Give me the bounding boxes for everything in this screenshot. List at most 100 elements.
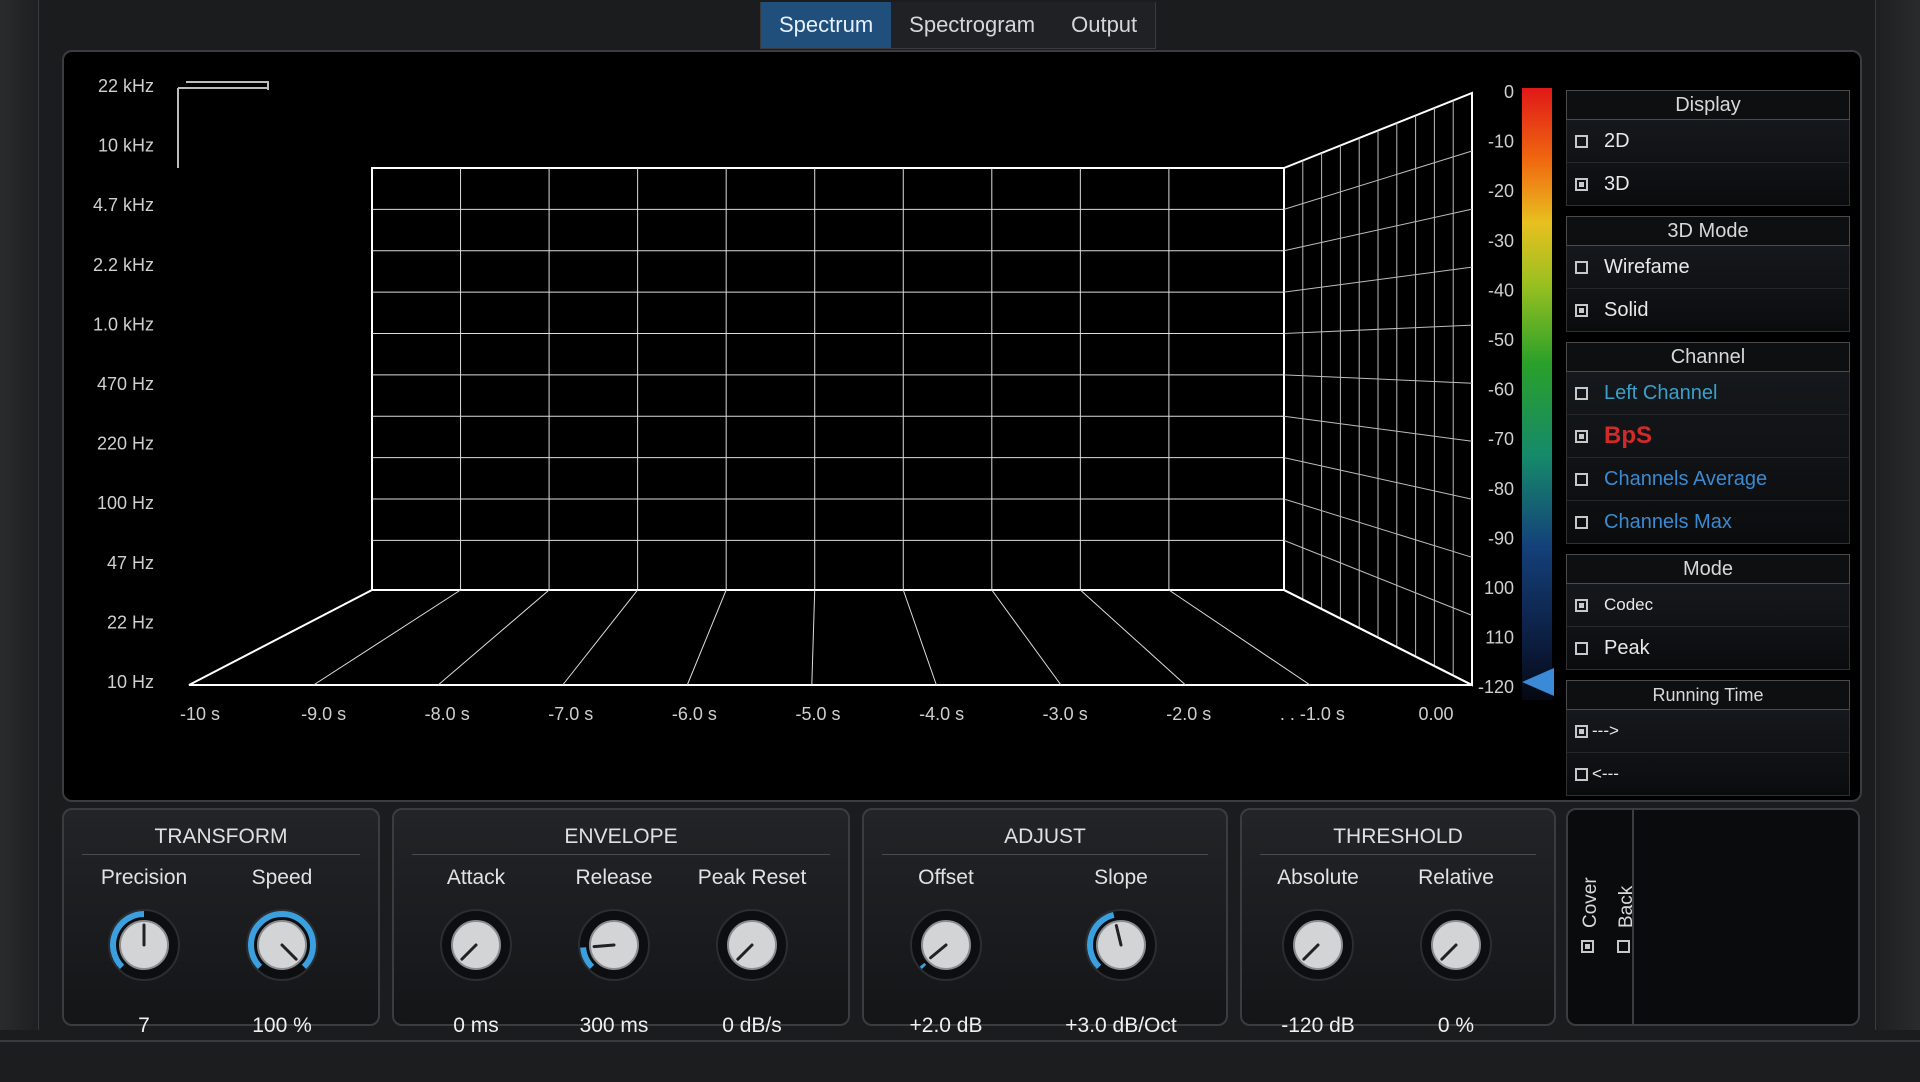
checkbox-channels-average[interactable] xyxy=(1575,472,1588,486)
precision-control: Precision 7 xyxy=(74,866,214,1038)
checkbox-solid[interactable] xyxy=(1575,303,1588,317)
running-time-group: ---> <--- xyxy=(1566,710,1850,796)
absolute-value: -120 dB xyxy=(1281,1014,1355,1037)
left-frame xyxy=(0,0,39,1030)
option-backward[interactable]: <--- xyxy=(1567,753,1849,795)
display-group-title: Display xyxy=(1566,90,1850,120)
checkbox-codec[interactable] xyxy=(1575,598,1588,612)
speed-label: Speed xyxy=(251,866,313,889)
option-solid[interactable]: Solid xyxy=(1567,289,1849,331)
db-tick-label: -20 xyxy=(1488,181,1514,201)
threshold-group: THRESHOLD Absolute -120 dB Relative 0 % xyxy=(1240,808,1556,1037)
option-wireframe[interactable]: Wirefame xyxy=(1567,246,1849,289)
speed-knob[interactable] xyxy=(245,908,319,982)
checkbox-forward[interactable] xyxy=(1575,724,1588,738)
db-tick-label: -60 xyxy=(1488,380,1514,400)
option-forward-label: ---> xyxy=(1592,721,1619,740)
freq-tick-label: 2.2 kHz xyxy=(93,255,154,275)
option-codec[interactable]: Codec xyxy=(1567,584,1849,627)
grid-line xyxy=(686,589,727,686)
checkbox-wireframe[interactable] xyxy=(1575,260,1588,274)
peak-reset-value: 0 dB/s xyxy=(722,1014,782,1037)
option-solid-label: Solid xyxy=(1604,298,1649,321)
time-tick-label: -5.0 s xyxy=(795,704,840,724)
freq-tick-label: 22 kHz xyxy=(98,76,154,96)
checkbox-bps[interactable] xyxy=(1575,429,1588,443)
option-channels-max-label: Channels Max xyxy=(1604,510,1732,533)
option-backward-label: <--- xyxy=(1592,764,1619,783)
attack-label: Attack xyxy=(446,866,506,889)
absolute-label: Absolute xyxy=(1277,866,1359,889)
checkbox-3d[interactable] xyxy=(1575,177,1588,191)
relative-control: Relative 0 % xyxy=(1386,866,1526,1038)
peak-reset-knob[interactable] xyxy=(715,908,789,982)
options-sidepanel: Display 2D 3D 3D Mode Wirefame Solid Cha… xyxy=(1566,90,1850,796)
db-tick-label: -90 xyxy=(1488,528,1514,548)
cover-checkbox[interactable] xyxy=(1581,940,1594,953)
slope-knob[interactable] xyxy=(1084,908,1158,982)
slope-value: +3.0 dB/Oct xyxy=(1065,1014,1177,1037)
checkbox-left-channel[interactable] xyxy=(1575,386,1588,400)
grid-3d xyxy=(177,81,1473,687)
envelope-title: ENVELOPE xyxy=(412,820,830,855)
option-2d[interactable]: 2D xyxy=(1567,120,1849,163)
offset-knob[interactable] xyxy=(909,908,983,982)
3d-mode-group-title: 3D Mode xyxy=(1566,216,1850,246)
checkbox-2d[interactable] xyxy=(1575,134,1588,148)
grid-line xyxy=(437,589,550,686)
right-frame xyxy=(1875,0,1920,1030)
option-forward[interactable]: ---> xyxy=(1567,710,1849,753)
threshold-title: THRESHOLD xyxy=(1260,820,1536,855)
precision-knob[interactable] xyxy=(107,908,181,982)
cover-back-panel: Cover Back xyxy=(1566,808,1860,1026)
option-bps[interactable]: BpS xyxy=(1567,415,1849,458)
grid-line xyxy=(991,589,1062,686)
adjust-title: ADJUST xyxy=(882,820,1208,855)
option-channels-average[interactable]: Channels Average xyxy=(1567,458,1849,501)
freq-tick-label: 4.7 kHz xyxy=(93,195,154,215)
option-left-channel[interactable]: Left Channel xyxy=(1567,372,1849,415)
peak-reset-control: Peak Reset 0 dB/s xyxy=(682,866,822,1038)
db-tick-label: 0 xyxy=(1504,82,1514,102)
option-peak[interactable]: Peak xyxy=(1567,627,1849,669)
checkbox-channels-max[interactable] xyxy=(1575,515,1588,529)
absolute-knob[interactable] xyxy=(1281,908,1355,982)
cover-label: Cover xyxy=(1580,877,1601,928)
option-left-channel-label: Left Channel xyxy=(1604,381,1718,404)
db-tick-label: 100 xyxy=(1484,578,1514,598)
db-scale: 0 -10 -20 -30 -40 -50 -60 -70 -80 -90 100 110 -120 xyxy=(1478,82,1514,697)
option-wireframe-label: Wirefame xyxy=(1604,255,1690,278)
time-tick-label: -2.0 s xyxy=(1166,704,1211,724)
db-tick-label: 110 xyxy=(1485,628,1514,648)
db-tick-label: -40 xyxy=(1488,280,1514,300)
option-3d[interactable]: 3D xyxy=(1567,163,1849,205)
mode-group: Codec Peak xyxy=(1566,584,1850,670)
time-tick-label: -4.0 s xyxy=(919,704,964,724)
option-bps-label: BpS xyxy=(1604,422,1652,449)
option-channels-max[interactable]: Channels Max xyxy=(1567,501,1849,543)
checkbox-peak[interactable] xyxy=(1575,641,1588,655)
offset-label: Offset xyxy=(918,866,974,889)
tab-spectrogram[interactable]: Spectrogram xyxy=(891,2,1053,48)
relative-knob[interactable] xyxy=(1419,908,1493,982)
time-tick-label: -9.0 s xyxy=(301,704,346,724)
adjust-group: ADJUST Offset +2.0 dB Slope +3.0 dB/Oct xyxy=(862,808,1228,1037)
time-tick-label: -10 s xyxy=(180,704,220,724)
freq-tick-label: 10 kHz xyxy=(98,136,154,156)
checkbox-backward[interactable] xyxy=(1575,767,1588,781)
tab-spectrum[interactable]: Spectrum xyxy=(761,2,892,48)
spectrum-3d-graph: 22 kHz 10 kHz 4.7 kHz 2.2 kHz 1.0 kHz 470 Hz 2… xyxy=(93,76,1554,724)
release-knob[interactable] xyxy=(577,908,651,982)
slope-label: Slope xyxy=(1094,866,1148,889)
freq-tick-label: 100 Hz xyxy=(97,493,154,513)
attack-knob[interactable] xyxy=(439,908,513,982)
zoom-marker[interactable] xyxy=(177,81,269,168)
back-checkbox[interactable] xyxy=(1617,940,1630,953)
grid-line xyxy=(313,589,461,686)
db-tick-label: -70 xyxy=(1488,429,1514,449)
peak-reset-label: Peak Reset xyxy=(697,866,807,889)
frequency-axis: 22 kHz 10 kHz 4.7 kHz 2.2 kHz 1.0 kHz 470 Hz 2… xyxy=(93,76,154,692)
tab-output[interactable]: Output xyxy=(1053,2,1155,48)
grid-line xyxy=(811,589,816,686)
grid-line xyxy=(1080,589,1186,686)
